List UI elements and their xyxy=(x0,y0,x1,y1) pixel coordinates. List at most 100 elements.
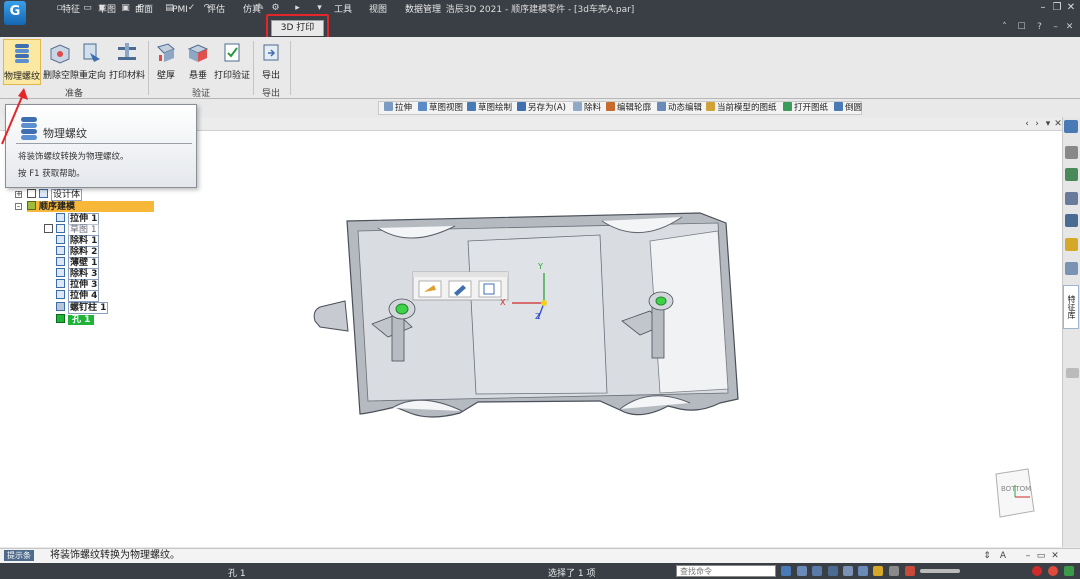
export-label: 导出 xyxy=(261,71,280,81)
print-material-label: 打印材料 xyxy=(109,71,146,81)
record-icon[interactable] xyxy=(1032,566,1042,576)
prompt-scroll-icon[interactable]: ⇕ xyxy=(982,550,992,562)
scroll-right-icon[interactable]: › xyxy=(1032,118,1042,130)
cut-icon xyxy=(573,102,582,111)
prompt-text: 将装饰螺纹转换为物理螺纹。 xyxy=(50,550,180,561)
status-selection-count: 选择了 1 项 xyxy=(548,569,596,579)
dynamic-edit-icon xyxy=(657,102,666,111)
scroll-down-icon[interactable] xyxy=(1066,368,1079,378)
prompt-text-size-icon[interactable]: A xyxy=(998,550,1008,562)
zoom-area-icon[interactable] xyxy=(797,566,807,576)
panel-menu-icon[interactable] xyxy=(1064,120,1078,133)
cmd-sketch-draw[interactable]: 草图绘制 xyxy=(467,102,512,114)
cmd-save-as[interactable]: 另存为(A) xyxy=(517,102,566,114)
stop-icon[interactable] xyxy=(1048,566,1058,576)
reorient-button[interactable]: 重定向 xyxy=(79,39,106,85)
group-label-export: 导出 xyxy=(261,89,280,99)
cmd-cut[interactable]: 除料 xyxy=(573,102,601,114)
fit-icon[interactable] xyxy=(828,566,838,576)
group-separator xyxy=(290,41,291,95)
sketch-draw-icon xyxy=(467,102,476,111)
hole-highlight xyxy=(395,303,409,315)
tab-evaluate[interactable]: 评估 xyxy=(201,3,231,19)
cmd-dynamic-edit[interactable]: 动态编辑 xyxy=(657,102,702,114)
zoom-icon[interactable] xyxy=(812,566,822,576)
cmd-sketch-view[interactable]: 草图视图 xyxy=(418,102,463,114)
render-icon[interactable] xyxy=(873,566,883,576)
find-icon[interactable] xyxy=(781,566,791,576)
wall-thickness-label: 壁厚 xyxy=(156,71,175,81)
tab-tools[interactable]: 工具 xyxy=(329,3,357,19)
round-icon xyxy=(834,102,843,111)
help-icon[interactable]: ☐ xyxy=(1016,22,1027,33)
print-validation-label: 打印验证 xyxy=(213,71,250,81)
tooltip-divider xyxy=(16,143,192,144)
export-button[interactable]: 导出 xyxy=(258,39,284,85)
wall-thickness-icon xyxy=(157,43,175,62)
part-model[interactable] xyxy=(0,131,1062,547)
app-logo[interactable]: G xyxy=(4,1,26,25)
question-icon[interactable]: ? xyxy=(1034,22,1045,33)
annotation-arrow xyxy=(1,88,28,145)
help-panel-icon[interactable] xyxy=(1065,146,1078,159)
hole-highlight xyxy=(655,296,667,306)
image-icon[interactable] xyxy=(1065,262,1078,275)
tab-view[interactable]: 视图 xyxy=(364,3,392,19)
status-indicator-icon[interactable] xyxy=(1064,566,1074,576)
pan-icon[interactable] xyxy=(843,566,853,576)
cmd-edit-profile[interactable]: 编辑轮廓 xyxy=(606,102,651,114)
thread-icon xyxy=(15,44,29,63)
view-style-icon[interactable] xyxy=(889,566,899,576)
axis-label-x: X xyxy=(500,298,506,307)
wall-thickness-button[interactable]: 壁厚 xyxy=(153,39,179,85)
tab-simulation[interactable]: 仿真 xyxy=(237,3,267,19)
remove-void-button[interactable]: 删除空隙 xyxy=(43,39,80,85)
tab-pmi[interactable]: PMI xyxy=(166,3,194,19)
section-icon[interactable] xyxy=(905,566,915,576)
print-material-button[interactable]: 打印材料 xyxy=(109,39,145,85)
scroll-left-icon[interactable]: ‹ xyxy=(1022,118,1032,130)
minimize-icon[interactable]: – xyxy=(1036,1,1050,15)
remove-void-label: 删除空隙 xyxy=(43,71,80,81)
overhang-label: 悬垂 xyxy=(188,71,207,81)
physical-thread-label: 物理螺纹 xyxy=(4,72,41,82)
prompt-minimize-icon[interactable]: – xyxy=(1023,550,1033,562)
users-icon[interactable] xyxy=(1065,168,1078,181)
chevron-up-icon[interactable]: ˄ xyxy=(999,22,1010,33)
prompt-restore-icon[interactable]: ▭ xyxy=(1036,550,1046,562)
remove-void-icon xyxy=(50,44,70,64)
print-validation-button[interactable]: 打印验证 xyxy=(213,39,251,85)
key-icon[interactable] xyxy=(1065,238,1078,251)
mini-toolbar-button[interactable] xyxy=(478,280,502,298)
restore-icon[interactable]: ❐ xyxy=(1050,1,1064,15)
edit-profile-icon xyxy=(606,102,615,111)
close-doc-icon[interactable]: ✕ xyxy=(1064,22,1075,33)
layers-icon[interactable] xyxy=(1065,192,1078,205)
right-sidebar xyxy=(1062,117,1080,547)
cmd-extrude[interactable]: 拉伸 xyxy=(384,102,412,114)
minimize-doc-icon[interactable]: – xyxy=(1050,22,1061,33)
tab-surface[interactable]: 曲面 xyxy=(129,3,159,19)
origin-point xyxy=(541,300,547,306)
color-icon[interactable] xyxy=(1065,214,1078,227)
mini-toolbar-grip[interactable] xyxy=(413,272,508,277)
ribbon-tab-row xyxy=(0,18,1080,37)
dropdown-icon[interactable]: ▾ xyxy=(1043,118,1053,130)
close-icon[interactable]: ✕ xyxy=(1064,1,1078,15)
tab-sketch[interactable]: 草图 xyxy=(92,3,122,19)
feature-library-tab[interactable]: 特征库 xyxy=(1063,285,1079,329)
prompt-close-icon[interactable]: ✕ xyxy=(1050,550,1060,562)
tab-feature[interactable]: 特征 xyxy=(56,3,86,19)
tab-data-management[interactable]: 数据管理 xyxy=(399,3,447,19)
command-search-input[interactable] xyxy=(676,565,776,577)
open-drawing-icon xyxy=(783,102,792,111)
cmd-current-model-drawing[interactable]: 当前模型的图纸 xyxy=(706,102,777,114)
overhang-button[interactable]: 悬垂 xyxy=(185,39,211,85)
window-title: 浩辰3D 2021 - 顺序建模零件 - [3d车壳A.par] xyxy=(445,5,635,15)
zoom-slider[interactable] xyxy=(920,569,960,573)
physical-thread-button[interactable]: 物理螺纹 xyxy=(3,39,41,85)
cmd-open-drawing[interactable]: 打开图纸 xyxy=(783,102,828,114)
group-label-validate: 验证 xyxy=(191,89,210,99)
rotate-icon[interactable] xyxy=(858,566,868,576)
cmd-round[interactable]: 倒圆 xyxy=(834,102,862,114)
